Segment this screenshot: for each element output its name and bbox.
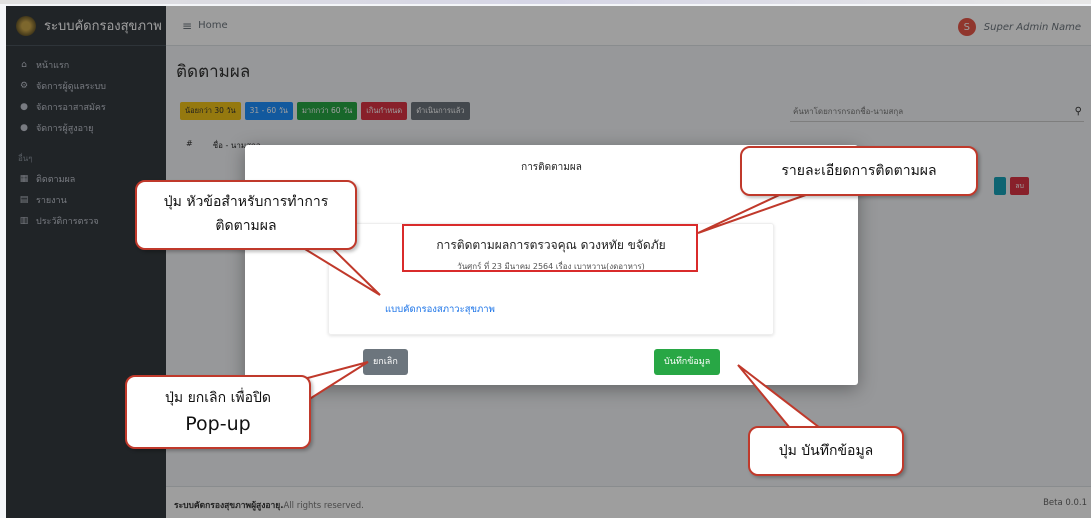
screening-form-link[interactable]: แบบคัดกรองสภาวะสุขภาพ	[385, 302, 495, 317]
callout-save: ปุ่ม บันทึกข้อมูล	[748, 426, 904, 476]
cancel-button[interactable]: ยกเลิก	[363, 349, 408, 375]
screenshot: ระบบคัดกรองสุขภาพ ⌂ หน้าแรก ⚙ จัดการผู้ด…	[0, 0, 1091, 518]
callout-header-button: ปุ่ม หัวข้อสำหรับการทำการ ติดตามผล	[135, 180, 357, 250]
top-strip	[0, 0, 1091, 4]
callout-cancel: ปุ่ม ยกเลิก เพื่อปิด Pop-up	[125, 375, 311, 449]
callout-cancel-line1: ปุ่ม ยกเลิก เพื่อปิด	[165, 390, 271, 406]
callout-cancel-line2: Pop-up	[185, 413, 251, 435]
callout-details: รายละเอียดการติดตามผล	[740, 146, 978, 196]
details-highlight-box	[402, 224, 698, 272]
save-button[interactable]: บันทึกข้อมูล	[654, 349, 721, 375]
